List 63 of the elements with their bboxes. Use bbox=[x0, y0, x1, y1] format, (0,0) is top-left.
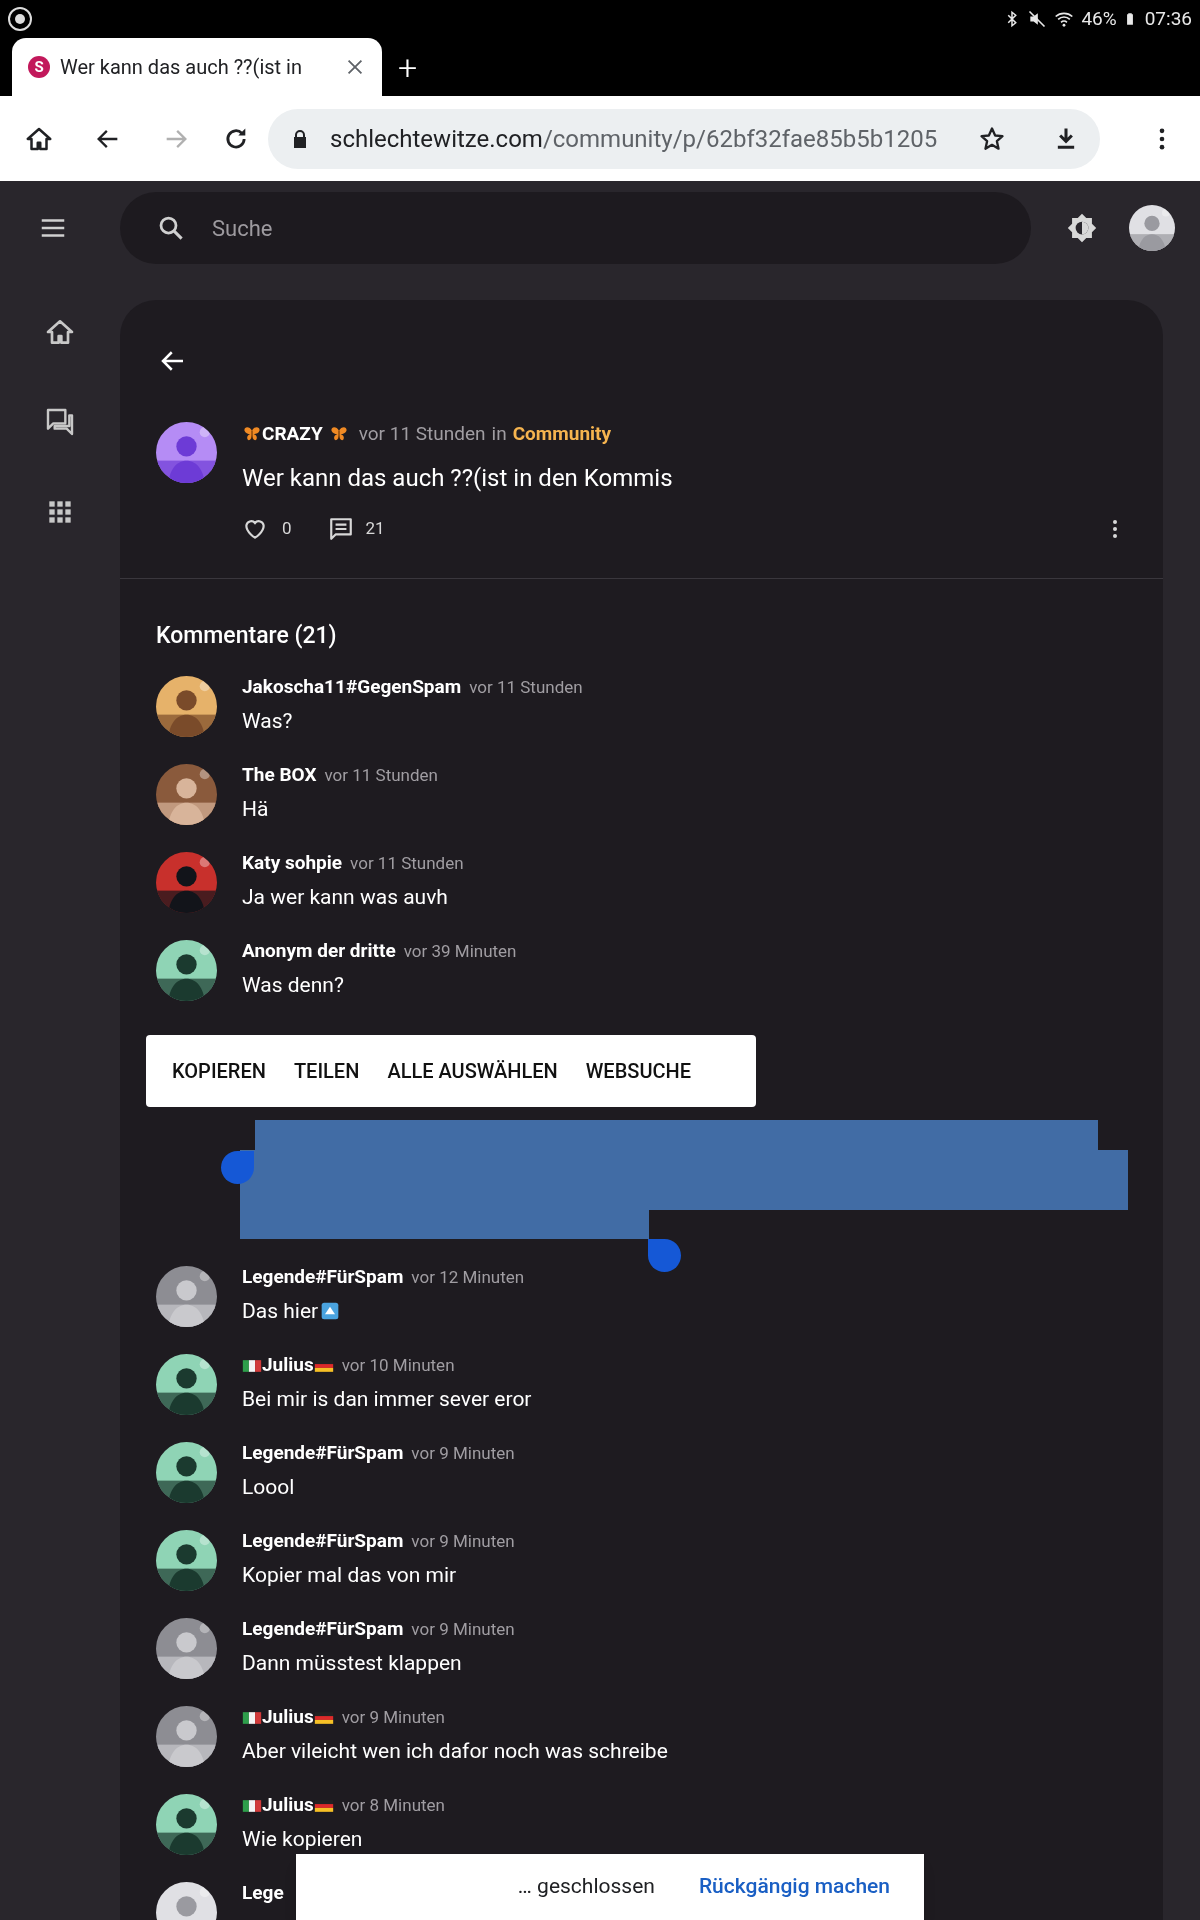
author-name[interactable]: Julius bbox=[262, 1703, 314, 1732]
in-label: in bbox=[491, 420, 507, 447]
author-name[interactable]: The BOX bbox=[242, 761, 317, 790]
post-time: vor 11 Stunden bbox=[358, 420, 486, 447]
comment-time: vor 39 Minuten bbox=[403, 939, 517, 963]
author-name[interactable]: Anonym der dritte bbox=[242, 937, 396, 966]
comment-text: Dann müsstest klappen bbox=[242, 1649, 462, 1677]
menu-item[interactable]: KOPIEREN bbox=[158, 1043, 280, 1099]
star-icon[interactable] bbox=[978, 124, 1006, 153]
comment-text: Bei mir is dan immer sever eror bbox=[242, 1385, 532, 1413]
author-name[interactable]: Jakoscha11#GegenSpam bbox=[242, 673, 462, 702]
comment-time: vor 11 Stunden bbox=[350, 851, 464, 875]
menu-item[interactable]: WEBSUCHE bbox=[571, 1043, 705, 1099]
author-name[interactable]: Katy sohpie bbox=[242, 849, 343, 878]
undo-button[interactable]: Rückgängig machen bbox=[698, 1871, 890, 1903]
url-text: schlechtewitze.com/community/p/62bf32fae85b5b1205 bbox=[330, 123, 938, 155]
menu-item[interactable]: TEILEN bbox=[279, 1043, 374, 1099]
comment-text: Ja wer kann was auvh bbox=[242, 883, 448, 911]
comment-text: Wie kopieren bbox=[242, 1825, 363, 1853]
comment-time: vor 11 Stunden bbox=[324, 763, 438, 787]
post-title: Wer kann das auch ??(ist in den Kommis bbox=[242, 463, 674, 494]
tab-title: Wer kann das auch ??(ist in bbox=[60, 54, 302, 81]
comment-text: Aber vileicht wen ich dafor noch was schreibe bbox=[242, 1737, 668, 1765]
comment-text: Was? bbox=[242, 707, 293, 735]
snackbar-message: … geschlossen bbox=[517, 1873, 655, 1901]
menu-item[interactable]: ALLE AUSWÄHLEN bbox=[373, 1043, 572, 1099]
mute-icon bbox=[1027, 9, 1048, 29]
comment-text: Loool bbox=[242, 1473, 295, 1501]
comment-count: 21 bbox=[365, 517, 385, 541]
comment-text: Was denn? bbox=[242, 971, 344, 999]
browser-tab[interactable]: S Wer kann das auch ??(ist in bbox=[12, 38, 382, 96]
new-tab-button[interactable]: + bbox=[398, 50, 418, 84]
battery-percent: 46% bbox=[1081, 5, 1117, 32]
comment-time: vor 9 Minuten bbox=[411, 1617, 515, 1641]
comment-time: vor 9 Minuten bbox=[411, 1529, 515, 1553]
address-bar[interactable]: schlechtewitze.com/community/p/62bf32fae85b5b1205 bbox=[268, 108, 1100, 169]
category-link[interactable]: Community bbox=[512, 419, 612, 449]
like-count: 0 bbox=[282, 517, 292, 541]
comment-time: vor 8 Minuten bbox=[341, 1793, 445, 1817]
author-name[interactable]: CRAZY bbox=[262, 419, 323, 449]
comment-time: vor 9 Minuten bbox=[341, 1705, 445, 1729]
comment-text: Das hier bbox=[242, 1297, 319, 1325]
author-name[interactable]: Legende#FürSpam bbox=[242, 1615, 404, 1644]
author-name[interactable]: Julius bbox=[262, 1791, 314, 1820]
comment-time: vor 12 Minuten bbox=[411, 1265, 525, 1289]
brightness-icon[interactable] bbox=[1065, 211, 1099, 245]
comment-time: vor 10 Minuten bbox=[341, 1353, 455, 1377]
comment-time: vor 11 Stunden bbox=[469, 675, 583, 699]
forum-icon[interactable] bbox=[44, 406, 76, 438]
site-favicon: S bbox=[28, 56, 50, 78]
comment-time: vor 9 Minuten bbox=[411, 1441, 515, 1465]
comment-text: Kopier mal das von mir bbox=[242, 1561, 457, 1589]
comments-heading: Kommentare (21) bbox=[155, 621, 338, 651]
app-logo-icon bbox=[8, 7, 32, 31]
author-name[interactable]: Lege bbox=[242, 1879, 284, 1908]
author-name[interactable]: Julius bbox=[262, 1351, 314, 1380]
author-name[interactable]: Legende#FürSpam bbox=[242, 1263, 404, 1292]
comment-text: Hä bbox=[242, 795, 269, 823]
search-field[interactable]: Suche bbox=[120, 192, 1031, 264]
author-name[interactable]: Legende#FürSpam bbox=[242, 1527, 404, 1556]
comment-icon[interactable] bbox=[327, 516, 354, 542]
clock: 07:36 bbox=[1144, 5, 1192, 32]
author-name[interactable]: Legende#FürSpam bbox=[242, 1439, 404, 1468]
